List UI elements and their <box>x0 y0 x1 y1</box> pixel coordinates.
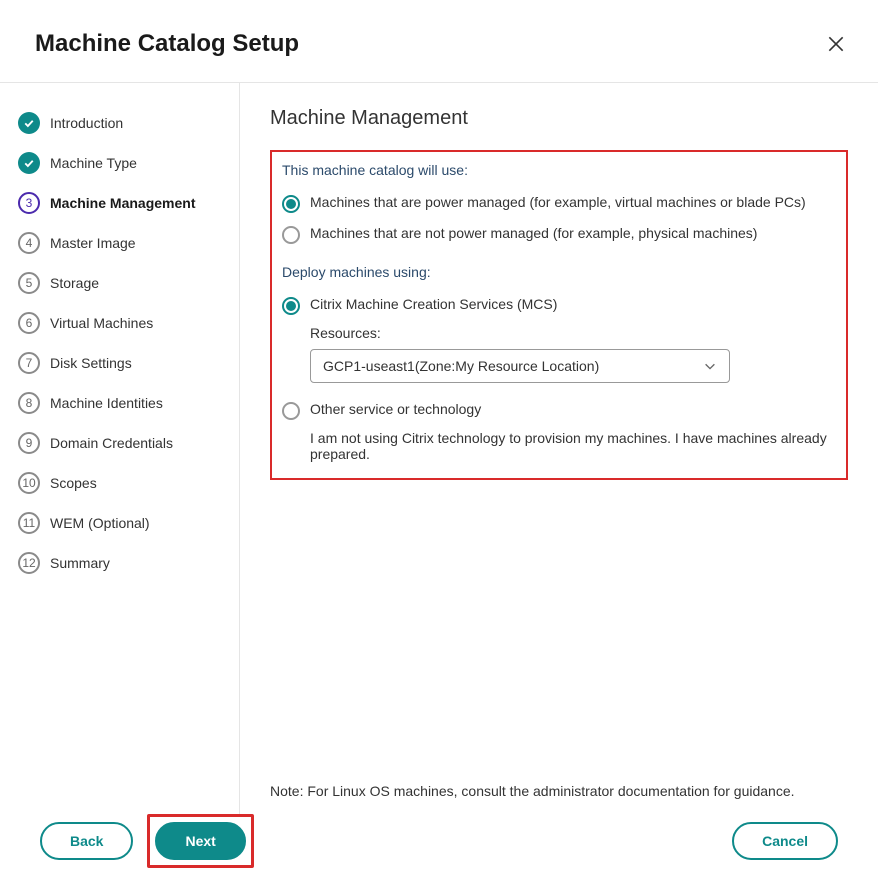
sidebar-step-disk-settings[interactable]: 7 Disk Settings <box>18 343 239 383</box>
content-panel: Machine Management This machine catalog … <box>240 83 878 815</box>
step-number-icon: 3 <box>18 192 40 214</box>
dialog-header: Machine Catalog Setup <box>0 0 878 83</box>
step-label: Summary <box>50 555 110 571</box>
step-label: Introduction <box>50 115 123 131</box>
other-sub-block: I am not using Citrix technology to prov… <box>310 430 836 462</box>
resources-value: GCP1-useast1(Zone:My Resource Location) <box>323 358 599 374</box>
sidebar-step-wem[interactable]: 11 WEM (Optional) <box>18 503 239 543</box>
step-label: Storage <box>50 275 99 291</box>
radio-power-managed[interactable]: Machines that are power managed (for exa… <box>282 188 836 219</box>
footer-left-buttons: Back Next <box>40 814 254 868</box>
step-label: Virtual Machines <box>50 315 153 331</box>
sidebar-step-virtual-machines[interactable]: 6 Virtual Machines <box>18 303 239 343</box>
step-label: Machine Management <box>50 195 195 211</box>
step-label: Machine Type <box>50 155 137 171</box>
step-number-icon: 9 <box>18 432 40 454</box>
step-label: Disk Settings <box>50 355 132 371</box>
sidebar-step-introduction[interactable]: Introduction <box>18 103 239 143</box>
radio-icon <box>282 195 300 213</box>
radio-label: Machines that are power managed (for exa… <box>310 194 806 210</box>
chevron-down-icon <box>703 359 717 373</box>
other-description: I am not using Citrix technology to prov… <box>310 430 836 462</box>
step-label: WEM (Optional) <box>50 515 150 531</box>
mcs-sub-block: Resources: GCP1-useast1(Zone:My Resource… <box>310 325 836 383</box>
radio-label: Machines that are not power managed (for… <box>310 225 757 241</box>
content-heading: Machine Management <box>270 107 848 130</box>
dialog-body: Introduction Machine Type 3 Machine Mana… <box>0 83 878 815</box>
resources-label: Resources: <box>310 325 836 341</box>
catalog-use-label: This machine catalog will use: <box>282 162 836 178</box>
resources-select[interactable]: GCP1-useast1(Zone:My Resource Location) <box>310 349 730 383</box>
check-icon <box>18 152 40 174</box>
sidebar-step-machine-management[interactable]: 3 Machine Management <box>18 183 239 223</box>
sidebar-step-machine-type[interactable]: Machine Type <box>18 143 239 183</box>
step-label: Scopes <box>50 475 97 491</box>
step-number-icon: 5 <box>18 272 40 294</box>
deploy-label: Deploy machines using: <box>282 264 836 280</box>
radio-label: Citrix Machine Creation Services (MCS) <box>310 296 557 312</box>
step-number-icon: 6 <box>18 312 40 334</box>
sidebar-step-master-image[interactable]: 4 Master Image <box>18 223 239 263</box>
sidebar-step-scopes[interactable]: 10 Scopes <box>18 463 239 503</box>
check-icon <box>18 112 40 134</box>
dialog-footer: Back Next Cancel <box>0 794 878 892</box>
sidebar-step-storage[interactable]: 5 Storage <box>18 263 239 303</box>
sidebar-step-summary[interactable]: 12 Summary <box>18 543 239 583</box>
wizard-sidebar: Introduction Machine Type 3 Machine Mana… <box>0 83 240 815</box>
radio-other-service[interactable]: Other service or technology <box>282 395 836 426</box>
sidebar-step-domain-credentials[interactable]: 9 Domain Credentials <box>18 423 239 463</box>
next-button-highlight: Next <box>147 814 253 868</box>
step-label: Domain Credentials <box>50 435 173 451</box>
step-number-icon: 4 <box>18 232 40 254</box>
close-button[interactable] <box>824 32 848 56</box>
step-label: Machine Identities <box>50 395 163 411</box>
step-number-icon: 11 <box>18 512 40 534</box>
close-icon <box>826 34 846 54</box>
back-button[interactable]: Back <box>40 822 133 860</box>
page-title: Machine Catalog Setup <box>35 30 299 58</box>
radio-not-power-managed[interactable]: Machines that are not power managed (for… <box>282 219 836 250</box>
sidebar-step-machine-identities[interactable]: 8 Machine Identities <box>18 383 239 423</box>
step-number-icon: 7 <box>18 352 40 374</box>
highlighted-section: This machine catalog will use: Machines … <box>270 150 848 480</box>
step-number-icon: 12 <box>18 552 40 574</box>
step-number-icon: 10 <box>18 472 40 494</box>
cancel-button[interactable]: Cancel <box>732 822 838 860</box>
radio-label: Other service or technology <box>310 401 481 417</box>
radio-icon <box>282 226 300 244</box>
next-button[interactable]: Next <box>155 822 245 860</box>
radio-mcs[interactable]: Citrix Machine Creation Services (MCS) <box>282 290 836 321</box>
radio-icon <box>282 402 300 420</box>
step-label: Master Image <box>50 235 136 251</box>
step-number-icon: 8 <box>18 392 40 414</box>
radio-icon <box>282 297 300 315</box>
